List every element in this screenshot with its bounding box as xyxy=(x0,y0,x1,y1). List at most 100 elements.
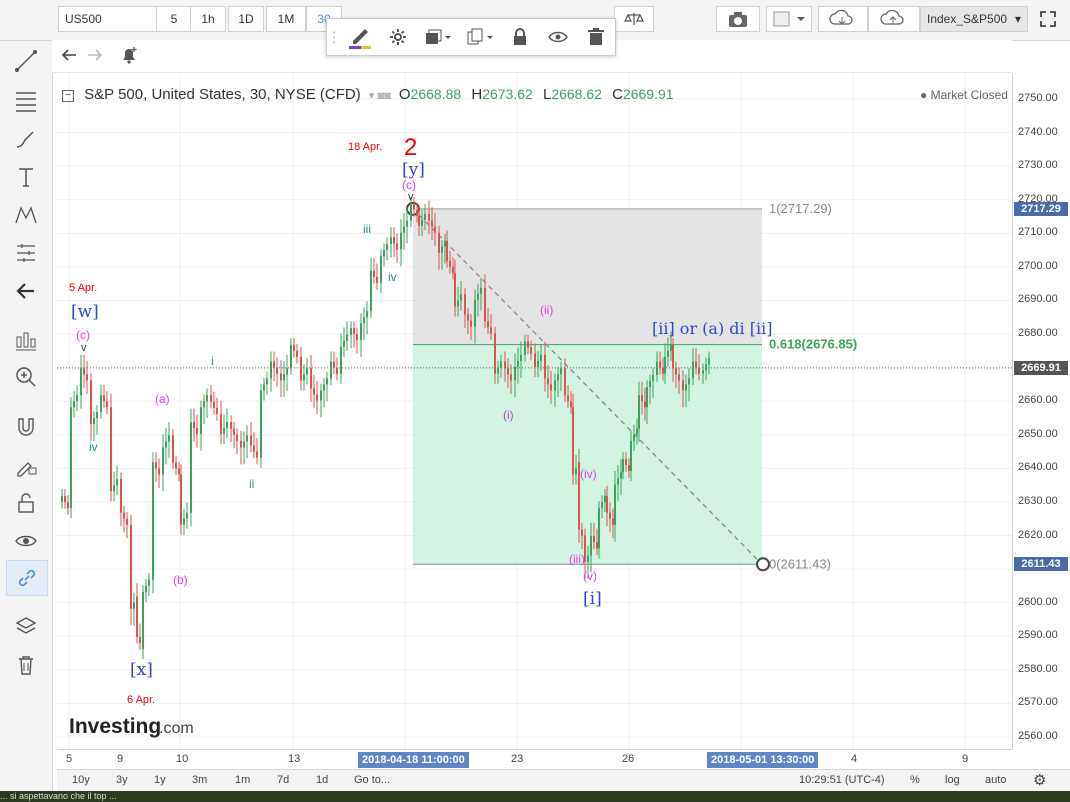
range-1y[interactable]: 1y xyxy=(154,774,166,786)
auto-toggle[interactable]: auto xyxy=(985,774,1006,786)
trash-icon[interactable] xyxy=(6,648,46,682)
range-1m[interactable]: 1m xyxy=(235,774,250,786)
resolution-1d[interactable]: 1D xyxy=(228,6,264,32)
visual-order-icon[interactable] xyxy=(417,19,459,55)
candle-body xyxy=(510,374,512,381)
eye-icon[interactable] xyxy=(6,524,46,558)
candle-body xyxy=(630,440,632,472)
candle-body xyxy=(300,356,302,381)
candle-body xyxy=(110,407,112,492)
fullscreen-icon[interactable] xyxy=(1032,6,1064,32)
cloud-upload-icon[interactable] xyxy=(868,6,920,32)
candle-body xyxy=(670,344,672,351)
wave-v-small-label: v xyxy=(81,342,87,354)
wave-a-label: (a) xyxy=(155,392,170,406)
time-axis[interactable]: 5 9 10 13 2018-04-18 11:00:00 23 26 2018… xyxy=(57,749,1012,770)
candle-body xyxy=(403,226,405,233)
candle-body xyxy=(80,368,82,396)
candle-body xyxy=(652,375,654,382)
legend-open-label: O xyxy=(398,86,411,103)
pencil-color-icon[interactable] xyxy=(341,19,379,55)
legend-collapse-icon[interactable]: − xyxy=(62,90,74,102)
alert-bell-icon[interactable] xyxy=(116,42,142,68)
price-tick: 2640.00 xyxy=(1018,461,1058,474)
brush-icon[interactable] xyxy=(6,122,46,156)
compare-icon[interactable] xyxy=(614,6,654,32)
trend-line-icon[interactable] xyxy=(6,44,46,78)
undo-icon[interactable] xyxy=(58,44,80,66)
hide-eye-icon[interactable] xyxy=(539,19,577,55)
time-label-end: 2018-05-01 13:30:00 xyxy=(707,752,819,768)
candle-body xyxy=(353,328,355,335)
range-3m[interactable]: 3m xyxy=(192,774,207,786)
zoom-in-icon[interactable] xyxy=(6,360,46,394)
candle-body xyxy=(316,394,318,401)
candle-body xyxy=(452,266,454,273)
arrow-left-icon[interactable] xyxy=(6,274,46,308)
price-tick: 2630.00 xyxy=(1018,494,1058,507)
magnet-icon[interactable] xyxy=(6,410,46,444)
percent-toggle[interactable]: % xyxy=(910,774,920,786)
candle-body xyxy=(183,518,185,525)
link-icon[interactable] xyxy=(6,560,48,596)
lock-icon[interactable] xyxy=(501,19,539,55)
layers-icon[interactable] xyxy=(6,610,46,644)
redo-icon[interactable] xyxy=(84,44,106,66)
price-tick: 2730.00 xyxy=(1018,159,1058,172)
candle-body xyxy=(190,422,192,513)
log-toggle[interactable]: log xyxy=(945,774,960,786)
candle-body xyxy=(193,422,195,429)
pattern-icon[interactable] xyxy=(6,198,46,232)
candle-body xyxy=(323,384,325,391)
price-tick: 2710.00 xyxy=(1018,226,1058,239)
candle-body xyxy=(293,344,295,351)
chart-style-button[interactable] xyxy=(766,6,812,32)
settings-gear-icon[interactable]: ⚙ xyxy=(1033,771,1046,789)
drag-handle-icon[interactable]: ⋮ xyxy=(327,19,342,55)
time-tick: 9 xyxy=(117,753,124,765)
candle-body xyxy=(672,344,674,369)
candle-body xyxy=(236,434,238,441)
candle-body xyxy=(547,378,549,385)
camera-icon[interactable] xyxy=(716,6,760,32)
candle-body xyxy=(83,368,85,375)
resolution-5[interactable]: 5 xyxy=(156,6,192,32)
delete-trash-icon[interactable] xyxy=(577,19,615,55)
range-1d[interactable]: 1d xyxy=(316,774,328,786)
cloud-download-icon[interactable] xyxy=(818,6,868,32)
settings-gear-icon[interactable] xyxy=(379,19,417,55)
measure-icon[interactable] xyxy=(6,324,46,358)
prediction-icon[interactable] xyxy=(6,236,46,270)
candle-body xyxy=(73,401,75,408)
unlock-icon[interactable] xyxy=(6,486,46,520)
clone-icon[interactable] xyxy=(459,19,501,55)
lock-drawing-icon[interactable] xyxy=(6,448,46,482)
price-axis[interactable]: 2750.00 2740.00 2730.00 2720.00 2710.00 2700.… xyxy=(1012,73,1070,749)
index-select[interactable]: Index_S&P500 ▾ xyxy=(920,6,1028,32)
range-7d[interactable]: 7d xyxy=(277,774,289,786)
wave-iv1-label: iv xyxy=(89,440,98,454)
resolution-1m[interactable]: 1M xyxy=(266,6,306,32)
legend-settings-icon[interactable]: ▾ ◙◙ xyxy=(369,90,391,102)
range-3y[interactable]: 3y xyxy=(116,774,128,786)
candle-body xyxy=(168,435,170,442)
fib-handle-bottom[interactable] xyxy=(756,557,770,572)
candle-body xyxy=(659,361,661,368)
range-10y[interactable]: 10y xyxy=(72,774,90,786)
candle-body xyxy=(527,341,529,348)
fib-retracement-icon[interactable] xyxy=(6,84,46,118)
symbol-input[interactable]: US500 xyxy=(58,6,158,32)
bottom-toolbar: 10y 3y 1y 3m 1m 7d 1d Go to... 10:29:51 … xyxy=(57,769,1070,792)
text-tool-icon[interactable] xyxy=(6,160,46,194)
resolution-1h[interactable]: 1h xyxy=(190,6,226,32)
candle-body xyxy=(90,380,92,425)
candle-body xyxy=(641,395,643,402)
candle-body xyxy=(383,250,385,257)
price-tick: 2680.00 xyxy=(1018,327,1058,340)
chart-canvas[interactable]: 1(2717.29) 0.618(2676.85) 0(2611.43) 5 A… xyxy=(57,73,1012,749)
investing-logo-suffix: .com xyxy=(159,720,194,737)
goto-button[interactable]: Go to... xyxy=(354,774,390,786)
candle-body xyxy=(70,407,72,508)
candle-body xyxy=(540,354,542,361)
scenario-label: [ii] or (a) di [ii] xyxy=(652,319,772,338)
